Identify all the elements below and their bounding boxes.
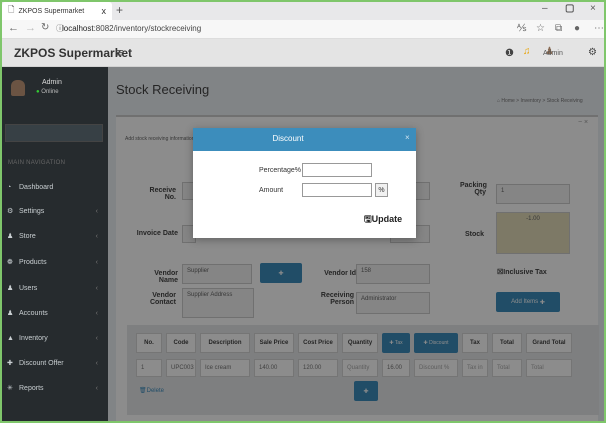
save-icon: 🖫 (364, 214, 372, 224)
sidebar-item-reports[interactable]: ✳ Reports ‹ (0, 381, 108, 395)
sidebar-item-users[interactable]: ♟ Users ‹ (0, 281, 108, 295)
modal-header: Discount (193, 128, 416, 151)
favorites-icon[interactable]: ☆ (536, 23, 545, 34)
percent-button[interactable]: % (375, 183, 388, 197)
reports-icon: ✳ (7, 385, 13, 392)
sidebar-search-input[interactable] (5, 124, 103, 142)
sidebar-item-store[interactable]: ♟ Store ‹ (0, 229, 108, 243)
settings-gear-icon[interactable]: ⚙ (588, 47, 597, 58)
chevron-left-icon: ‹ (95, 309, 98, 317)
inventory-icon: ▲ (7, 334, 14, 342)
products-icon: ❁ (7, 259, 13, 266)
percentage-label: Percentage% (259, 167, 302, 174)
tab-title: ZKPOS Supermarket (18, 7, 85, 15)
collections-icon[interactable]: ⧉ (555, 23, 562, 34)
avatar (11, 80, 25, 96)
sidebar-item-discount-offer[interactable]: ✚ Discount Offer ‹ (0, 356, 108, 370)
reload-icon[interactable]: ↻ (41, 22, 49, 33)
percentage-input[interactable] (302, 163, 372, 177)
nav-section-header: MAIN NAVIGATION (8, 160, 66, 166)
header-user-name[interactable]: Admin (543, 50, 563, 57)
chevron-left-icon: ‹ (95, 258, 98, 266)
brand-logo[interactable]: ZKPOS Supermarket (14, 46, 132, 60)
url-field[interactable]: localhost:8082/inventory/stockreceiving (62, 24, 201, 33)
sidebar-item-products[interactable]: ❁ Products ‹ (0, 255, 108, 269)
modal-overlay[interactable] (108, 67, 606, 423)
sidebar-item-dashboard[interactable]: ◔ Dashboard (0, 180, 108, 194)
gear-icon: ⚙ (7, 208, 14, 215)
dashboard-icon: ◔ (7, 183, 12, 191)
tab-close-icon[interactable]: x (102, 6, 107, 16)
more-icon[interactable]: ⋯ (594, 23, 604, 34)
forward-icon[interactable]: → (25, 22, 36, 34)
maximize-icon[interactable]: ▢ (565, 3, 574, 14)
chevron-left-icon: ‹ (95, 334, 98, 342)
sidebar-item-accounts[interactable]: ♟ Accounts ‹ (0, 306, 108, 320)
modal-close-icon[interactable]: × (405, 133, 410, 142)
sidebar-item-inventory[interactable]: ▲ Inventory ‹ (0, 331, 108, 345)
chevron-left-icon: ‹ (95, 207, 98, 215)
users-icon: ♟ (7, 233, 14, 240)
menu-toggle-icon[interactable]: ≡ (116, 45, 124, 60)
translate-icon[interactable]: ⅍ (517, 23, 526, 34)
profile-icon[interactable]: ● (574, 23, 580, 34)
notification-icon[interactable]: ♫ (523, 46, 531, 57)
plus-icon: ✚ (7, 360, 13, 367)
browser-tab[interactable]: 🗋 ZKPOS Supermarket x (2, 2, 112, 20)
user-status: ● Online (36, 89, 59, 95)
minimize-icon[interactable]: – (542, 3, 548, 14)
sidebar-item-settings[interactable]: ⚙ Settings ‹ (0, 204, 108, 218)
chevron-left-icon: ‹ (95, 359, 98, 367)
chevron-left-icon: ‹ (95, 232, 98, 240)
amount-label: Amount (259, 187, 284, 194)
chevron-left-icon: ‹ (95, 284, 98, 292)
new-tab-button[interactable]: + (116, 3, 123, 17)
accounts-icon: ♟ (7, 310, 14, 317)
back-icon[interactable]: ← (8, 22, 19, 34)
info-circle-icon[interactable]: ❶ (505, 48, 514, 59)
users-icon: ♟ (7, 285, 14, 292)
page-icon: 🗋 (8, 5, 15, 14)
sidebar-user-name: Admin (42, 79, 62, 86)
modal-title: Discount (272, 134, 304, 143)
chevron-left-icon: ‹ (95, 384, 98, 392)
amount-input[interactable] (302, 183, 372, 197)
window-close-icon[interactable]: × (590, 3, 596, 14)
update-button[interactable]: 🖫Update (364, 212, 402, 228)
